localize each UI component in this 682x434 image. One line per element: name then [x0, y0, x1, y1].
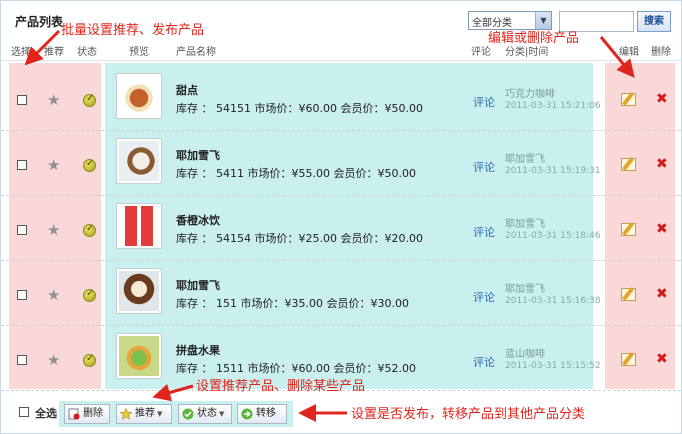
publish-check-icon[interactable] [83, 288, 96, 302]
star-icon[interactable]: ★ [47, 286, 60, 304]
page-title: 产品列表 [15, 15, 64, 29]
batch-move-button[interactable]: 转移 [237, 404, 287, 424]
product-price-line: 库存 ： 54151 市场价：¥60.00 会员价：¥50.00 [176, 102, 423, 115]
select-all-label: 全选 [35, 407, 57, 420]
edit-icon[interactable] [621, 288, 636, 301]
product-time: 2011-03-31 15:19:31 [505, 166, 601, 176]
product-thumbnail [116, 268, 162, 314]
batch-recommend-button[interactable]: 推荐 ▼ [116, 404, 172, 424]
delete-icon[interactable]: ✖ [656, 156, 668, 172]
product-price-line: 库存 ： 5411 市场价：¥55.00 会员价：¥50.00 [176, 167, 416, 180]
batch-delete-button[interactable]: 删除 [64, 404, 110, 424]
row-select-checkbox[interactable] [17, 160, 27, 170]
publish-check-icon [182, 408, 194, 420]
publish-check-icon[interactable] [83, 158, 96, 172]
star-icon [120, 408, 132, 420]
product-name: 甜点 [176, 84, 198, 97]
chevron-down-icon: ▼ [219, 410, 225, 418]
edit-icon[interactable] [621, 158, 636, 171]
batch-recommend-label: 推荐 [135, 408, 155, 419]
product-time: 2011-03-31 15:15:52 [505, 361, 601, 371]
review-link[interactable]: 评论 [473, 224, 495, 240]
delete-icon[interactable]: ✖ [656, 351, 668, 367]
row-select-checkbox[interactable] [17, 95, 27, 105]
star-icon[interactable]: ★ [47, 351, 60, 369]
product-thumbnail [116, 73, 162, 119]
review-link[interactable]: 评论 [473, 94, 495, 110]
product-time: 2011-03-31 15:21:06 [505, 101, 601, 111]
col-status: 状态 [77, 47, 97, 58]
product-name: 耶加雪飞 [176, 149, 220, 162]
batch-actions: 删除 推荐 ▼ 状态 ▼ 转移 [59, 401, 293, 427]
review-link[interactable]: 评论 [473, 289, 495, 305]
col-select: 选择 [11, 47, 31, 58]
product-category: 蓝山咖啡 [505, 349, 545, 360]
delete-icon[interactable]: ✖ [656, 221, 668, 237]
review-link[interactable]: 评论 [473, 159, 495, 175]
col-preview: 预览 [129, 47, 149, 58]
chevron-down-icon: ▼ [157, 410, 163, 418]
product-price-line: 库存 ： 54154 市场价：¥25.00 会员价：¥20.00 [176, 232, 423, 245]
delete-icon[interactable]: ✖ [656, 286, 668, 302]
col-name: 产品名称 [176, 47, 216, 58]
col-delete: 删除 [651, 47, 671, 58]
edit-icon[interactable] [621, 223, 636, 236]
product-price-line: 库存 ： 1511 市场价：¥60.00 会员价：¥52.00 [176, 362, 416, 375]
product-category: 耶加雪飞 [505, 219, 545, 230]
search-button[interactable]: 搜索 [637, 11, 671, 32]
product-time: 2011-03-31 15:16:38 [505, 296, 601, 306]
table-row: ★耶加雪飞库存 ： 151 市场价：¥35.00 会员价：¥30.00评论耶加雪… [1, 261, 681, 326]
product-time: 2011-03-31 15:18:46 [505, 231, 601, 241]
row-select-checkbox[interactable] [17, 290, 27, 300]
product-price-line: 库存 ： 151 市场价：¥35.00 会员价：¥30.00 [176, 297, 409, 310]
star-icon[interactable]: ★ [47, 91, 60, 109]
annotation-recommend: 设置推荐产品、删除某些产品 [196, 379, 366, 394]
edit-icon[interactable] [621, 353, 636, 366]
review-link[interactable]: 评论 [473, 354, 495, 370]
product-name: 拼盘水果 [176, 344, 220, 357]
product-category: 耶加雪飞 [505, 284, 545, 295]
delete-icon[interactable]: ✖ [656, 91, 668, 107]
product-thumbnail [116, 138, 162, 184]
edit-icon[interactable] [621, 93, 636, 106]
batch-move-label: 转移 [256, 408, 276, 419]
product-list-panel: 产品列表 全部分类 ▼ 搜索 选择 推荐 状态 预览 产品名称 评论 分类|时间… [0, 0, 682, 434]
table-row: ★ 香橙冰饮库存 ： 54154 市场价：¥25.00 会员价：¥20.00 评论耶… [1, 196, 681, 261]
product-category: 巧克力咖啡 [505, 89, 555, 100]
star-icon[interactable]: ★ [47, 221, 60, 239]
star-icon[interactable]: ★ [47, 156, 60, 174]
product-name: 香橙冰饮 [176, 214, 220, 227]
batch-delete-label: 删除 [83, 408, 103, 419]
annotation-batch: 批量设置推荐、发布产品 [61, 23, 205, 38]
move-icon [241, 408, 253, 420]
product-category: 耶加雪飞 [505, 154, 545, 165]
publish-check-icon[interactable] [83, 223, 96, 237]
row-select-checkbox[interactable] [17, 225, 27, 235]
annotation-publish: 设置是否发布，转移产品到其他产品分类 [351, 407, 586, 422]
col-recommend: 推荐 [44, 47, 64, 58]
table-row: ★ 甜点库存 ： 54151 市场价：¥60.00 会员价：¥50.00 评论巧克力… [1, 66, 681, 131]
publish-check-icon[interactable] [83, 93, 96, 107]
batch-status-label: 状态 [197, 408, 217, 419]
delete-doc-icon [68, 408, 80, 420]
table-row: ★耶加雪飞库存 ： 5411 市场价：¥55.00 会员价：¥50.00评论耶加… [1, 131, 681, 196]
batch-status-button[interactable]: 状态 ▼ [178, 404, 232, 424]
product-thumbnail [116, 333, 162, 379]
row-select-checkbox[interactable] [17, 355, 27, 365]
product-name: 耶加雪飞 [176, 279, 220, 292]
select-all-checkbox[interactable] [19, 407, 29, 417]
product-thumbnail [116, 203, 162, 249]
annotation-edit: 编辑或删除产品 [488, 31, 580, 46]
col-edit: 编辑 [619, 47, 639, 58]
publish-check-icon[interactable] [83, 353, 96, 367]
